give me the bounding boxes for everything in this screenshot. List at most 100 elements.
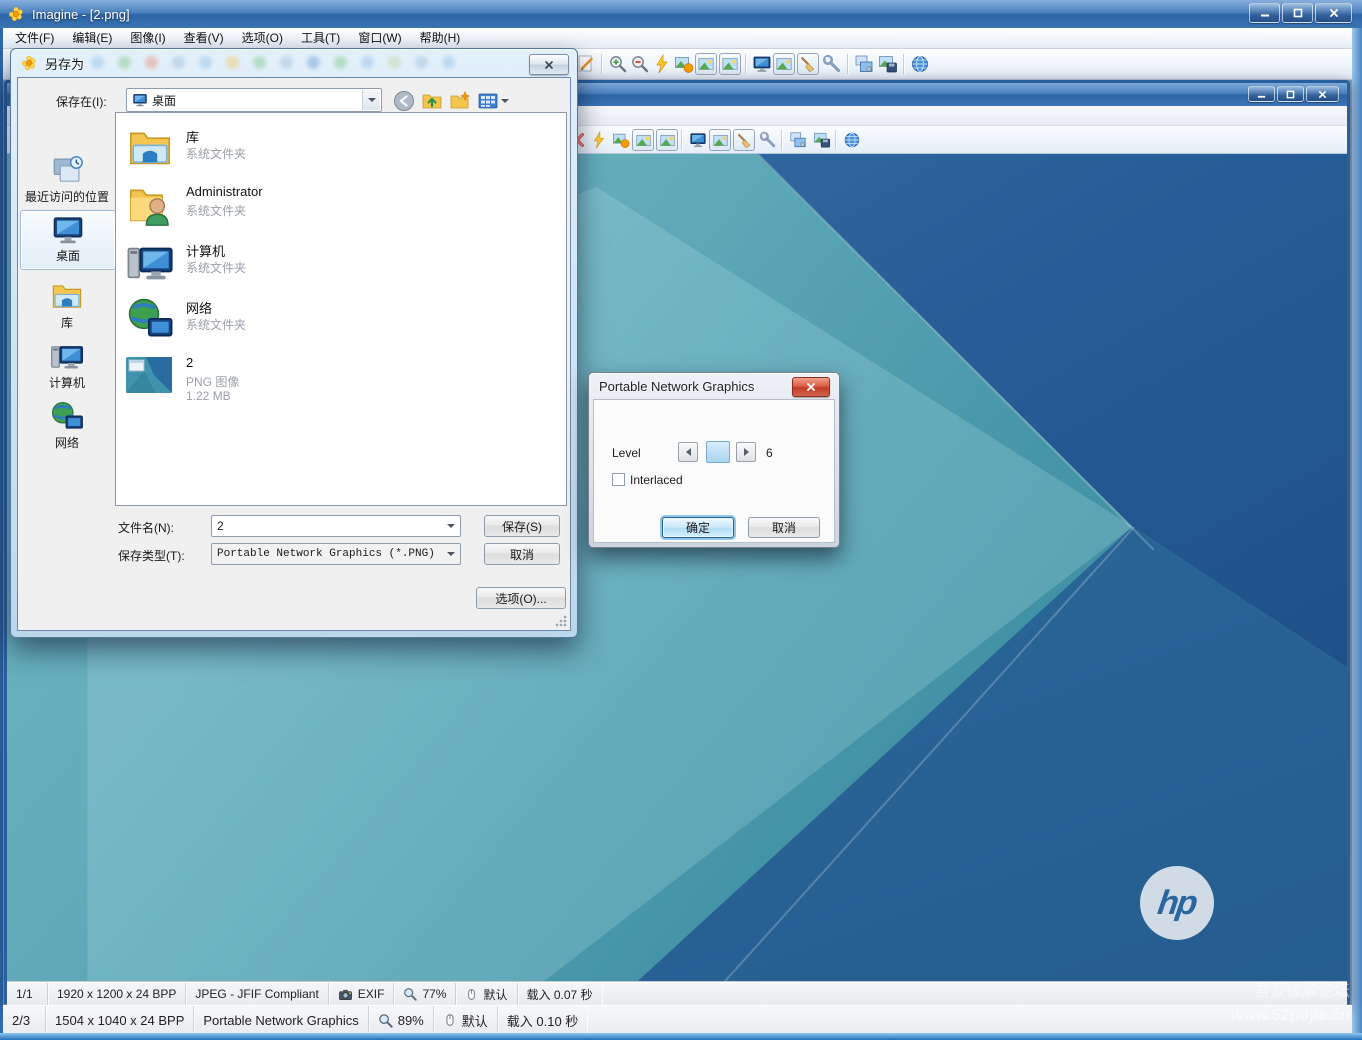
png-options-dialog: Portable Network Graphics Level 6 Interl…	[588, 372, 840, 548]
up-one-level-icon[interactable]	[420, 89, 444, 113]
actual-size-icon[interactable]	[719, 53, 741, 75]
toolbar-separator	[745, 54, 746, 74]
level-decrease-icon[interactable]	[678, 442, 698, 462]
help-icon[interactable]	[841, 129, 863, 151]
menu-help[interactable]: 帮助(H)	[411, 28, 470, 48]
back-icon[interactable]	[392, 89, 416, 113]
views-menu-icon[interactable]	[476, 89, 510, 113]
main-window-controls	[1249, 3, 1352, 23]
places-sidebar: 最近访问的位置 桌面 库 计算机 网络	[20, 114, 114, 614]
close-icon[interactable]	[792, 377, 830, 397]
options-button[interactable]: 选项(O)...	[476, 587, 566, 609]
network-icon	[126, 296, 174, 344]
settings-icon[interactable]	[757, 129, 779, 151]
save-dialog-titlebar[interactable]: 另存为	[11, 49, 577, 77]
cancel-button[interactable]: 取消	[748, 517, 820, 538]
copy-file-icon[interactable]	[787, 129, 809, 151]
fit-to-window-icon[interactable]	[695, 53, 717, 75]
filename-input[interactable]: 2	[211, 515, 461, 537]
set-wallpaper-icon[interactable]	[610, 129, 632, 151]
menu-tools[interactable]: 工具(T)	[292, 28, 349, 48]
effects-icon[interactable]	[651, 53, 673, 75]
menu-view[interactable]: 查看(V)	[175, 28, 233, 48]
close-icon[interactable]	[529, 54, 569, 75]
set-wallpaper-icon[interactable]	[673, 53, 695, 75]
menu-edit[interactable]: 编辑(E)	[63, 28, 121, 48]
combo-dropdown-arrow[interactable]	[442, 517, 459, 535]
effects-icon[interactable]	[588, 129, 610, 151]
fit-to-window-icon[interactable]	[632, 129, 654, 151]
clean-icon[interactable]	[733, 129, 755, 151]
menu-file[interactable]: 文件(F)	[6, 28, 63, 48]
level-increase-icon[interactable]	[736, 442, 756, 462]
menu-window[interactable]: 窗口(W)	[349, 28, 410, 48]
move-file-icon[interactable]	[811, 129, 833, 151]
sidebar-item-computer[interactable]: 计算机	[20, 340, 114, 391]
save-dialog-title: 另存为	[45, 54, 84, 73]
recent-places-icon	[50, 154, 84, 188]
sidebar-item-recent-places[interactable]: 最近访问的位置	[20, 154, 114, 205]
help-icon[interactable]	[909, 53, 931, 75]
zoom-in-icon[interactable]	[607, 53, 629, 75]
settings-icon[interactable]	[821, 53, 843, 75]
browse-mode-icon[interactable]	[773, 53, 795, 75]
combo-dropdown-arrow[interactable]	[442, 545, 459, 563]
save-button[interactable]: 保存(S)	[484, 515, 560, 537]
save-in-combobox[interactable]: 桌面	[126, 88, 382, 112]
resize-grip[interactable]	[555, 615, 567, 627]
move-file-icon[interactable]	[877, 53, 899, 75]
edit-image-icon[interactable]	[575, 53, 597, 75]
list-item-network[interactable]: 网络 系统文件夹	[124, 294, 554, 350]
png-dialog-title: Portable Network Graphics	[599, 379, 754, 394]
png-dialog-body: Level 6 Interlaced 确定 取消	[593, 399, 835, 543]
minimize-button[interactable]	[1248, 86, 1275, 102]
clean-icon[interactable]	[797, 53, 819, 75]
list-item-image-file[interactable]: 2 PNG 图像 1.22 MB	[124, 351, 554, 407]
sidebar-item-libraries[interactable]: 库	[20, 280, 114, 331]
combo-dropdown-arrow[interactable]	[362, 90, 380, 110]
sidebar-item-desktop[interactable]: 桌面	[20, 210, 116, 270]
list-item-administrator[interactable]: Administrator 系统文件夹	[124, 180, 554, 236]
image-thumbnail	[126, 357, 172, 393]
file-name: 网络	[186, 298, 212, 317]
level-slider-thumb[interactable]	[706, 441, 730, 463]
status-load-time: 载入 0.10 秒	[498, 1006, 588, 1034]
menu-options[interactable]: 选项(O)	[233, 28, 292, 48]
fullscreen-icon[interactable]	[751, 53, 773, 75]
png-dialog-titlebar[interactable]: Portable Network Graphics	[589, 373, 839, 399]
copy-file-icon[interactable]	[853, 53, 875, 75]
fullscreen-icon[interactable]	[687, 129, 709, 151]
status-profile: 默认	[456, 983, 517, 1005]
sidebar-item-label: 桌面	[21, 247, 115, 264]
new-folder-icon[interactable]	[448, 89, 472, 113]
save-dialog-body: 保存在(I): 桌面 最近访问的位置 桌面 库 计算机	[17, 77, 571, 631]
interlaced-checkbox[interactable]	[612, 473, 625, 486]
toolbar-separator	[681, 130, 682, 150]
desktop-icon	[132, 92, 148, 108]
close-button[interactable]	[1306, 86, 1339, 102]
status-load-time: 载入 0.07 秒	[518, 983, 602, 1005]
main-window-titlebar[interactable]: Imagine - [2.png]	[0, 0, 1362, 28]
restore-button[interactable]	[1277, 86, 1304, 102]
close-button[interactable]	[1315, 3, 1352, 23]
file-type: PNG 图像	[186, 373, 239, 390]
magnifier-icon	[378, 1013, 393, 1028]
minimize-button[interactable]	[1249, 3, 1280, 23]
ok-button[interactable]: 确定	[662, 517, 734, 538]
file-type: 系统文件夹	[186, 316, 246, 333]
sidebar-item-network[interactable]: 网络	[20, 400, 114, 451]
watermark-line1: 吾爱破解论坛	[1150, 980, 1350, 1004]
menu-image[interactable]: 图像(I)	[121, 28, 174, 48]
maximize-button[interactable]	[1282, 3, 1313, 23]
watermark-line2: www.52pojie.cn	[1150, 1004, 1350, 1028]
filetype-combobox[interactable]: Portable Network Graphics (*.PNG)	[211, 543, 461, 565]
zoom-out-icon[interactable]	[629, 53, 651, 75]
user-folder-icon	[126, 182, 174, 230]
browse-mode-icon[interactable]	[709, 129, 731, 151]
list-item-computer[interactable]: 计算机 系统文件夹	[124, 237, 554, 293]
status-exif[interactable]: EXIF	[329, 983, 395, 1005]
cancel-button[interactable]: 取消	[484, 543, 560, 565]
actual-size-icon[interactable]	[656, 129, 678, 151]
list-item-libraries[interactable]: 库 系统文件夹	[124, 123, 554, 179]
network-icon	[50, 400, 84, 434]
